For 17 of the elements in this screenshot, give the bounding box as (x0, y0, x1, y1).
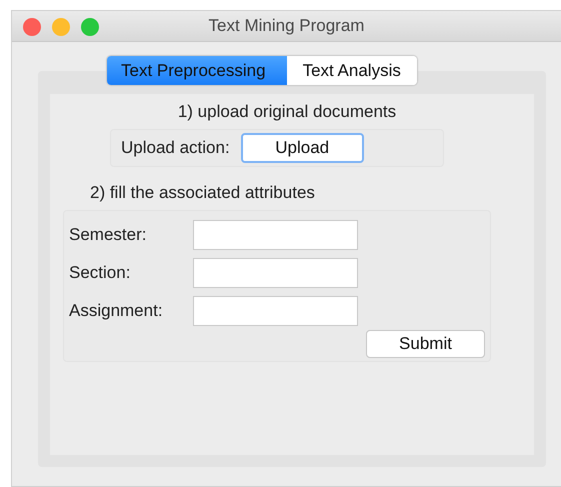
submit-button[interactable]: Submit (366, 330, 485, 358)
zoom-button[interactable] (81, 18, 99, 36)
section-heading: 2) fill the associated attributes (90, 183, 316, 203)
section-heading: 1) upload original documents (176, 102, 398, 122)
input-field[interactable] (193, 220, 358, 250)
field-label: Assignment: (69, 301, 164, 321)
upload-button[interactable]: Upload (240, 133, 364, 163)
window-title: Text Mining Program (208, 16, 364, 36)
input-field[interactable] (193, 296, 358, 326)
upload-label: Upload action: (121, 138, 230, 158)
field-label: Semester: (69, 225, 148, 245)
tab[interactable]: Text Analysis (286, 56, 417, 85)
input-field[interactable] (193, 258, 358, 288)
close-button[interactable] (23, 18, 41, 36)
field-label: Section: (69, 263, 132, 283)
minimize-button[interactable] (52, 18, 70, 36)
tab[interactable]: Text Preprocessing (107, 56, 287, 85)
